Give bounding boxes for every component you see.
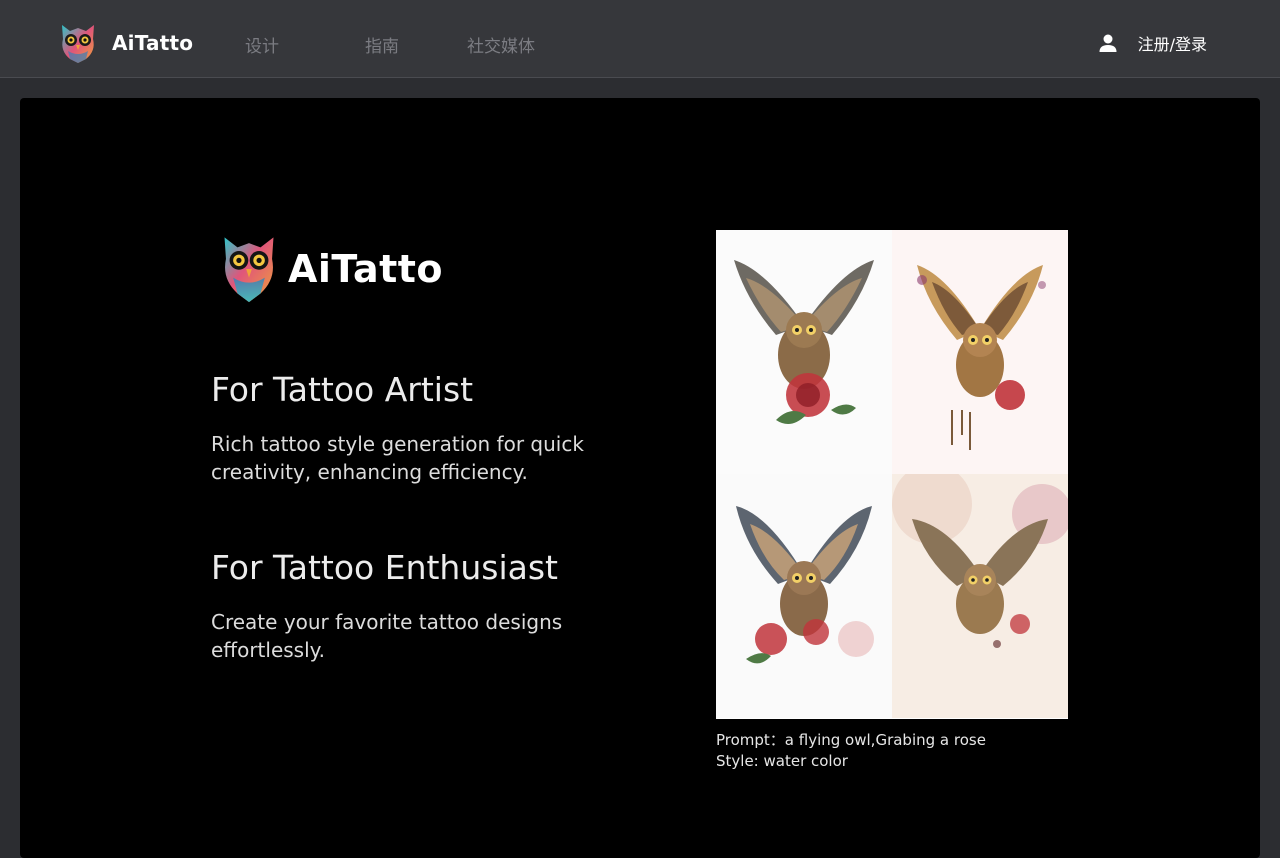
hero-banner: AiTatto For Tattoo Artist Rich tattoo st… [20, 98, 1260, 858]
section-title-artist: For Tattoo Artist [211, 370, 474, 409]
owl-rose-tattoo-image [716, 474, 892, 718]
section-desc-enthusiast: Create your favorite tattoo designs effo… [211, 610, 563, 662]
nav-item-design[interactable]: 设计 [245, 32, 279, 57]
image-prompt-caption: Prompt：a flying owl,Grabing a rose [716, 731, 986, 749]
user-icon [1099, 34, 1117, 52]
top-nav-bar: AiTatto 设计 指南 社交媒体 注册/登录 [0, 0, 1280, 78]
nav-item-guide[interactable]: 指南 [365, 32, 399, 57]
brand[interactable]: AiTatto [58, 21, 193, 65]
image-style-caption: Style: water color [716, 752, 848, 770]
hero-logo-text: AiTatto [288, 247, 444, 291]
owl-logo-icon [224, 237, 274, 303]
tattoo-preview-grid [716, 230, 1068, 719]
login-label: 注册/登录 [1137, 35, 1207, 54]
section-title-enthusiast: For Tattoo Enthusiast [211, 548, 558, 587]
section-desc-artist: Rich tattoo style generation for quick c… [211, 432, 584, 484]
owl-rose-tattoo-image [716, 230, 892, 474]
hero-logo: AiTatto [220, 233, 443, 305]
owl-rose-tattoo-image [892, 230, 1068, 474]
owl-rose-tattoo-image [892, 474, 1068, 718]
nav-item-social-media[interactable]: 社交媒体 [467, 32, 535, 57]
brand-name: AiTatto [112, 31, 194, 55]
login-button[interactable]: 注册/登录 [1098, 31, 1207, 55]
owl-logo-icon [62, 25, 94, 63]
